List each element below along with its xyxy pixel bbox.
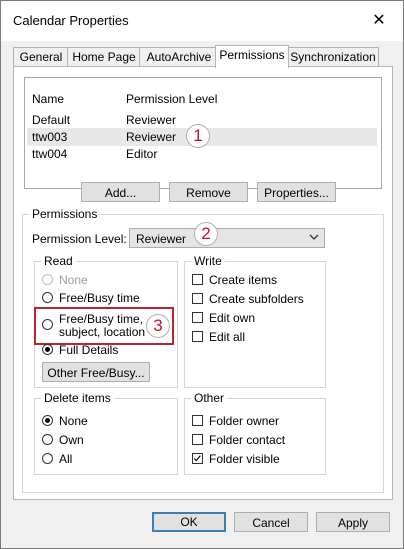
checkbox[interactable] (192, 312, 203, 323)
radio-button[interactable] (42, 453, 53, 464)
title-bar: Calendar Properties ✕ (1, 1, 403, 41)
checkbox-label: Create subfolders (209, 292, 304, 306)
radio-label: None (59, 273, 88, 287)
tab-general[interactable]: General (13, 47, 69, 67)
radio-button[interactable] (42, 344, 53, 355)
permissions-panel: Name Permission Level Default Reviewer t… (13, 66, 393, 500)
tab-permissions[interactable]: Permissions (215, 45, 289, 68)
list-header-level[interactable]: Permission Level (126, 92, 217, 106)
other-group-label: Other (191, 391, 228, 405)
tab-autoarchive[interactable]: AutoArchive (139, 47, 219, 67)
row-level: Reviewer (126, 130, 177, 144)
radio-label: Full Details (59, 343, 119, 357)
chevron-down-icon (309, 234, 319, 240)
radio-label: Own (59, 433, 84, 447)
row-level: Editor (126, 147, 158, 161)
delete-items-group: Delete items (34, 391, 178, 475)
checkbox-label: Folder owner (209, 414, 280, 428)
dialog-footer: OK Cancel Apply (1, 500, 403, 548)
annotation-badge-2: 2 (194, 222, 218, 246)
radio-button[interactable] (42, 434, 53, 445)
delete-items-group-label: Delete items (41, 391, 114, 405)
close-icon[interactable]: ✕ (367, 9, 391, 33)
write-group-label: Write (191, 254, 225, 268)
checkbox-label: Edit own (209, 311, 256, 325)
list-row[interactable]: ttw004 Editor (27, 145, 377, 163)
window-title: Calendar Properties (13, 13, 129, 28)
row-name: Default (32, 113, 71, 127)
checkbox[interactable] (192, 453, 203, 464)
permission-level-select[interactable]: Reviewer (129, 228, 325, 248)
permission-level-value: Reviewer (136, 232, 187, 246)
row-level: Reviewer (126, 113, 177, 127)
remove-button[interactable]: Remove (169, 182, 248, 202)
other-free-busy-button[interactable]: Other Free/Busy... (42, 362, 150, 382)
apply-button[interactable]: Apply (316, 512, 390, 532)
read-group-label: Read (41, 254, 76, 268)
radio-label: Free/Busy time (59, 291, 140, 305)
radio-dot-icon (45, 347, 50, 352)
checkbox[interactable] (192, 331, 203, 342)
list-header-name[interactable]: Name (32, 92, 64, 106)
tab-synchronization[interactable]: Synchronization (287, 47, 379, 67)
radio-dot-icon (45, 418, 50, 423)
checkbox-label: Edit all (209, 330, 246, 344)
annotation-badge-3: 3 (146, 314, 170, 338)
checkbox-label: Folder visible (209, 452, 280, 466)
checkbox-label: Folder contact (209, 433, 286, 447)
properties-button[interactable]: Properties... (257, 182, 336, 202)
calendar-properties-dialog: Calendar Properties ✕ General Home Page … (0, 0, 404, 549)
checkmark-icon (193, 455, 201, 462)
checkbox[interactable] (192, 274, 203, 285)
ok-button[interactable]: OK (152, 512, 226, 532)
tab-home-page[interactable]: Home Page (67, 47, 141, 67)
permissions-group-label: Permissions (29, 207, 101, 221)
row-name: ttw003 (32, 130, 68, 144)
permission-level-label: Permission Level: (32, 232, 127, 246)
checkbox[interactable] (192, 293, 203, 304)
radio-button[interactable] (42, 274, 53, 285)
add-button[interactable]: Add... (81, 182, 160, 202)
radio-button[interactable] (42, 415, 53, 426)
radio-button[interactable] (42, 292, 53, 303)
checkbox-label: Create items (209, 273, 278, 287)
checkbox[interactable] (192, 434, 203, 445)
checkbox[interactable] (192, 415, 203, 426)
permission-list[interactable]: Name Permission Level Default Reviewer t… (24, 77, 382, 189)
cancel-button[interactable]: Cancel (234, 512, 308, 532)
radio-label: All (59, 452, 73, 466)
radio-label: None (59, 414, 88, 428)
row-name: ttw004 (32, 147, 68, 161)
annotation-badge-1: 1 (186, 124, 210, 148)
